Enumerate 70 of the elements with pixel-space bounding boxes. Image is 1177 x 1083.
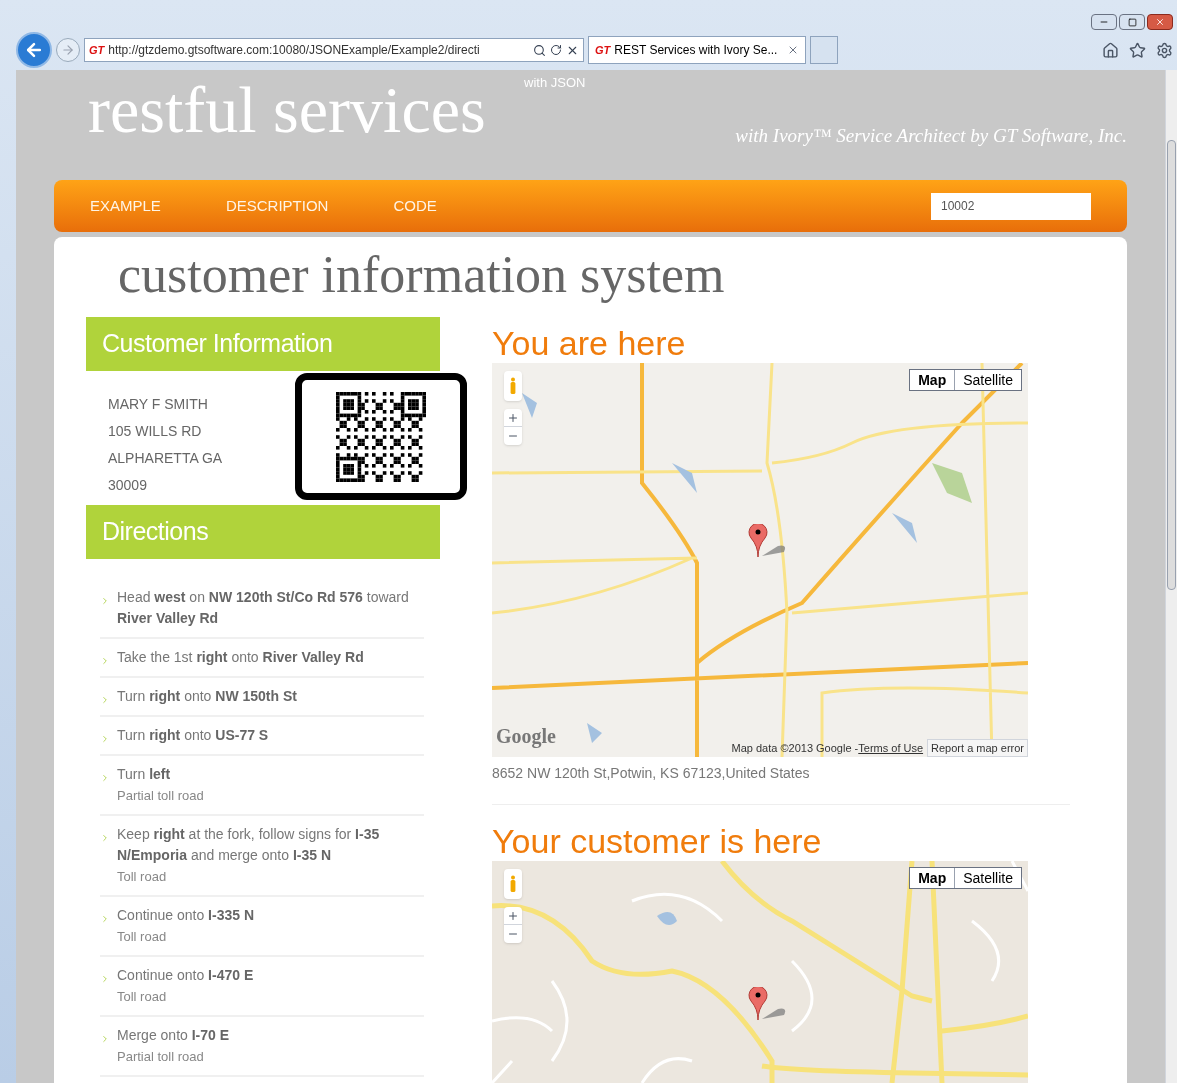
map-marker-icon	[748, 524, 788, 558]
new-tab-button[interactable]	[810, 36, 839, 64]
map-type-button[interactable]: Map	[910, 370, 955, 390]
close-window-button[interactable]	[1147, 14, 1173, 30]
plus-icon	[507, 909, 519, 922]
map-marker-icon	[748, 987, 788, 1021]
tab-title: REST Services with Ivory Se...	[614, 42, 778, 59]
favorites-icon[interactable]	[1129, 41, 1146, 59]
chevron-icon	[100, 656, 110, 666]
direction-step: Continue onto I-470 E	[117, 965, 254, 986]
step-note: Toll road	[117, 928, 168, 946]
url-text: http://gtzdemo.gtsoftware.com:10080/JSONExample/Example2/directi	[108, 42, 481, 59]
map-view[interactable]: Map Satellite	[492, 861, 1028, 1083]
chevron-icon	[100, 695, 110, 705]
chevron-icon	[100, 596, 110, 606]
direction-step: Turn left	[117, 764, 204, 785]
direction-step: Merge onto I-70 E	[117, 1025, 230, 1046]
forward-arrow-icon	[61, 43, 75, 57]
chevron-icon	[100, 773, 110, 783]
site-favicon: GT	[89, 42, 105, 58]
back-button[interactable]	[16, 32, 52, 68]
refresh-icon	[550, 44, 562, 56]
search-icon	[533, 43, 546, 57]
forward-button[interactable]	[56, 38, 80, 62]
direction-step: Keep right at the fork, follow signs for I-35 N/Emporia and merge onto I-35 N	[117, 824, 424, 866]
chevron-icon	[100, 1034, 110, 1044]
address-line: 105 WILLS RD	[108, 422, 203, 441]
map-heading: Your customer is here	[492, 821, 823, 861]
direction-step: Turn right onto US-77 S	[117, 725, 269, 746]
address-line: MARY F SMITH	[108, 395, 209, 414]
chevron-icon	[100, 734, 110, 744]
address-bar[interactable]: GT http://gtzdemo.gtsoftware.com:10080/JSONExample/Example2/directi	[84, 38, 584, 62]
address-line: 30009	[108, 476, 148, 495]
search-field[interactable]: 10002	[931, 192, 1091, 220]
step-note: Toll road	[117, 988, 168, 1006]
address-line: ALPHARETTA GA	[108, 449, 224, 468]
location-address: 8652 NW 120th St,Potwin, KS 67123,United States	[492, 763, 1070, 805]
chevron-icon	[100, 974, 110, 984]
chevron-icon	[100, 914, 110, 924]
map-logo: Google	[496, 724, 556, 750]
browser-tab[interactable]: GT REST Services with Ivory Se...	[588, 36, 807, 64]
map-type-button[interactable]: Map	[910, 868, 955, 888]
terms-link[interactable]: Terms of Use	[858, 739, 924, 756]
close-icon	[1155, 17, 1165, 27]
pegman-control[interactable]	[504, 869, 522, 899]
map-view[interactable]: Map Satellite Google Map data ©2013 Google -Terms of Use Report a map error	[492, 363, 1028, 757]
map-heading: You are here	[492, 323, 687, 363]
step-note: Partial toll road	[117, 787, 204, 805]
page-title: customer information system	[118, 245, 726, 305]
maximize-icon	[1127, 17, 1137, 27]
step-note: Partial toll road	[117, 1048, 205, 1066]
tab-favicon: GT	[595, 42, 611, 58]
home-icon[interactable]	[1102, 41, 1119, 59]
section-header: Directions	[86, 505, 440, 559]
plus-icon	[507, 411, 519, 424]
map-attribution: Map data ©2013 Google -	[731, 740, 859, 756]
direction-step: Continue onto I-335 N	[117, 905, 254, 926]
minimize-button[interactable]	[1091, 14, 1117, 30]
section-header: Customer Information	[86, 317, 440, 371]
direction-step: Head west on NW 120th St/Co Rd 576 toward River Valley Rd	[117, 587, 424, 629]
settings-icon[interactable]	[1156, 41, 1173, 59]
pegman-control[interactable]	[504, 371, 522, 401]
map-type-button[interactable]: Satellite	[954, 370, 1021, 390]
step-note: Toll road	[117, 868, 168, 886]
direction-step: Take the 1st right onto River Valley Rd	[117, 647, 364, 668]
direction-step: Turn right onto NW 150th St	[117, 686, 297, 707]
chevron-icon	[100, 833, 110, 843]
report-error-button[interactable]: Report a map error	[927, 738, 1028, 757]
maximize-button[interactable]	[1119, 14, 1145, 30]
map-type-button[interactable]: Satellite	[954, 868, 1021, 888]
